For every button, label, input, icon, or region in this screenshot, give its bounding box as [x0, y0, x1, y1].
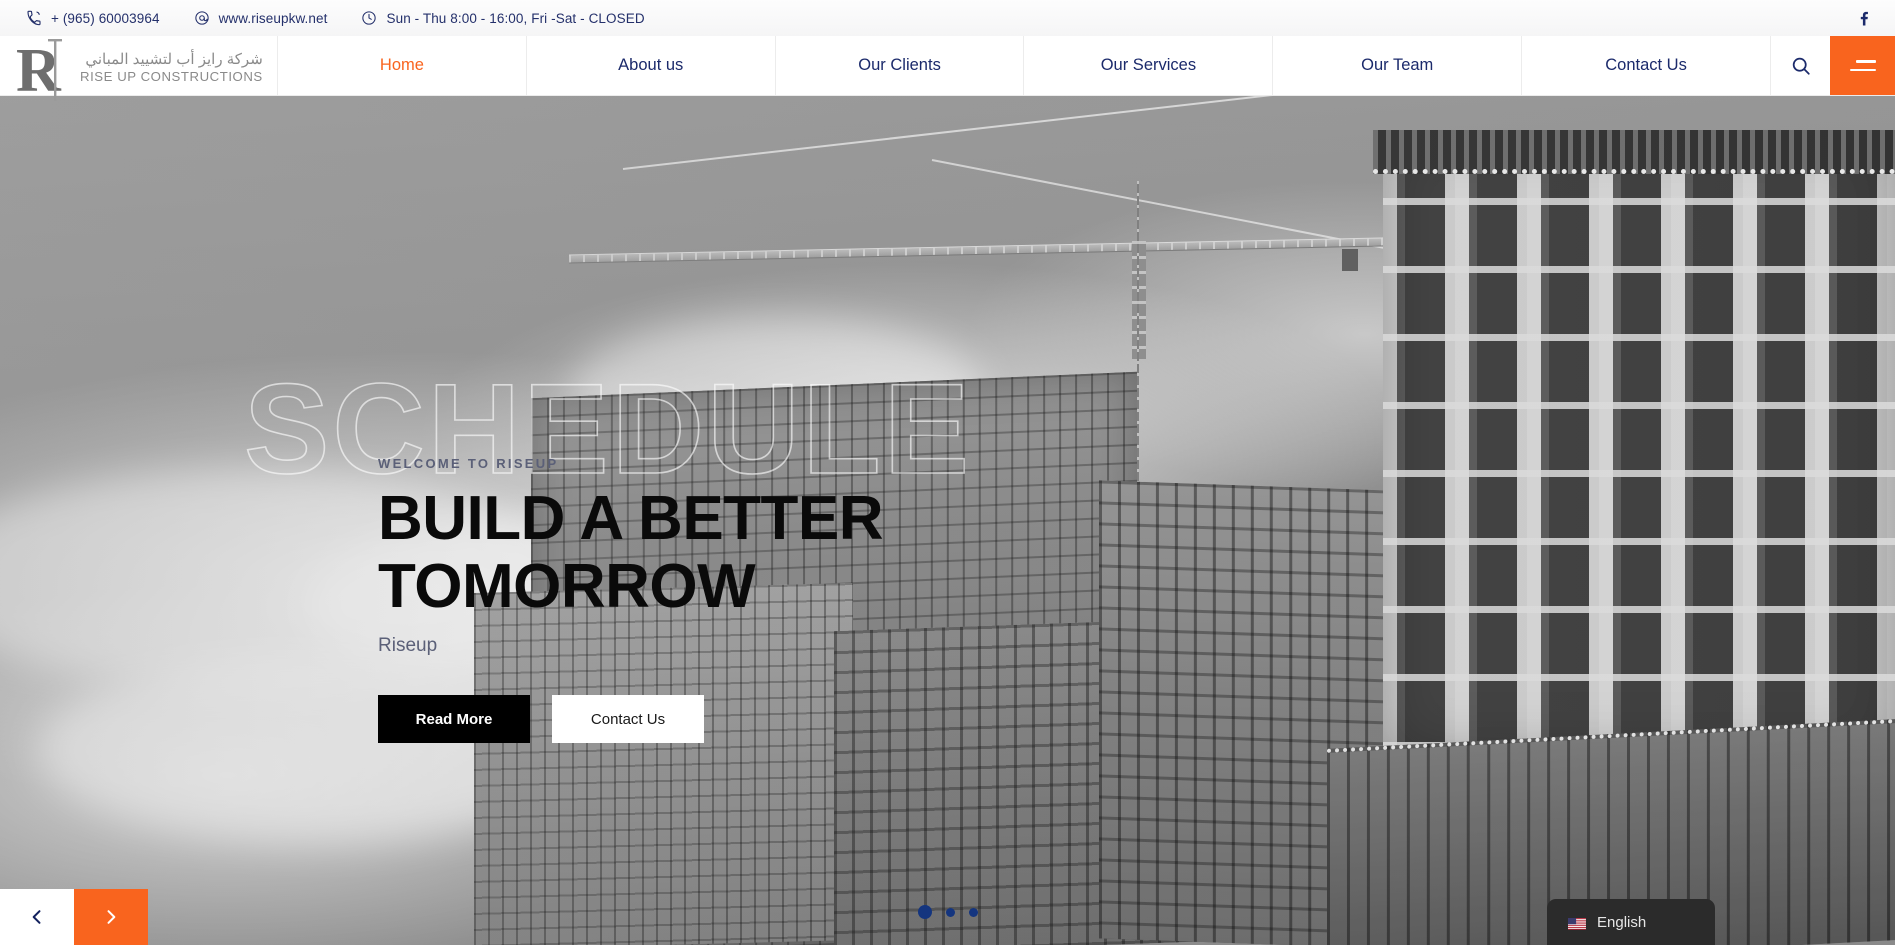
slider-navigation	[0, 889, 148, 945]
hamburger-menu-icon	[1849, 60, 1876, 71]
hero-headline-line-2: TOMORROW	[378, 552, 756, 622]
slider-dot-1[interactable]	[917, 905, 932, 919]
slider-pagination	[917, 905, 978, 919]
language-switcher[interactable]: English	[1547, 899, 1715, 945]
burger-line-2	[1849, 68, 1876, 71]
contact-phone[interactable]: + (965) 60003964	[26, 10, 160, 26]
logo-text: شركة رايز أب لتشييد المباني RISE UP CONS…	[80, 47, 263, 84]
business-hours: Sun - Thu 8:00 - 16:00, Fri -Sat - CLOSE…	[361, 10, 645, 26]
hours-text: Sun - Thu 8:00 - 16:00, Fri -Sat - CLOSE…	[386, 10, 645, 26]
main-navigation: Home About us Our Clients Our Services O…	[277, 36, 1770, 95]
read-more-button[interactable]: Read More	[378, 695, 530, 744]
nav-item-our-clients[interactable]: Our Clients	[774, 36, 1024, 95]
burger-line-1	[1855, 60, 1876, 63]
at-sign-icon	[194, 10, 210, 26]
hero-headline: BUILD A BETTER TOMORROW	[378, 484, 1278, 622]
logo-name-arabic: شركة رايز أب لتشييد المباني	[85, 50, 263, 68]
chevron-left-icon	[27, 907, 47, 927]
menu-toggle-button[interactable]	[1830, 36, 1895, 95]
nav-item-our-team[interactable]: Our Team	[1272, 36, 1521, 95]
nav-item-about-us[interactable]: About us	[525, 36, 775, 95]
hero-content: WELCOME TO RISEUP BUILD A BETTER TOMORRO…	[378, 456, 1278, 744]
us-flag-icon	[1567, 915, 1587, 930]
clock-icon	[361, 10, 377, 26]
logo-name-english: RISE UP CONSTRUCTIONS	[80, 69, 263, 85]
search-button[interactable]	[1770, 36, 1830, 95]
site-logo[interactable]: R شركة رايز أب لتشييد المباني RISE UP CO…	[0, 36, 277, 105]
slider-dot-3[interactable]	[968, 907, 978, 917]
nav-item-our-services[interactable]: Our Services	[1023, 36, 1272, 95]
hero-slider: SCHEDULE WELCOME TO RISEUP BUILD A BETTE…	[0, 96, 1895, 945]
slider-next-button[interactable]	[74, 889, 148, 945]
contact-website[interactable]: www.riseupkw.net	[194, 10, 328, 26]
language-label: English	[1597, 913, 1647, 931]
hero-subtitle: Riseup	[378, 635, 438, 657]
facebook-icon[interactable]	[1855, 9, 1873, 27]
search-icon	[1790, 55, 1812, 77]
nav-item-contact-us[interactable]: Contact Us	[1521, 36, 1770, 95]
top-info-bar: + (965) 60003964 www.riseupkw.net Sun - …	[0, 0, 1895, 36]
website-url: www.riseupkw.net	[218, 10, 328, 26]
phone-icon	[26, 10, 42, 26]
chevron-right-icon	[101, 907, 121, 927]
phone-number: + (965) 60003964	[51, 10, 160, 26]
hero-eyebrow: WELCOME TO RISEUP	[378, 456, 559, 471]
slider-dot-2[interactable]	[945, 907, 955, 917]
site-header: R شركة رايز أب لتشييد المباني RISE UP CO…	[0, 36, 1895, 105]
slider-prev-button[interactable]	[0, 889, 74, 945]
contact-us-button[interactable]: Contact Us	[552, 695, 704, 744]
nav-item-home[interactable]: Home	[277, 36, 526, 95]
hero-headline-line-1: BUILD A BETTER	[378, 484, 884, 553]
logo-monogram-icon: R	[14, 35, 72, 109]
hero-actions: Read More Contact Us	[378, 695, 1278, 744]
